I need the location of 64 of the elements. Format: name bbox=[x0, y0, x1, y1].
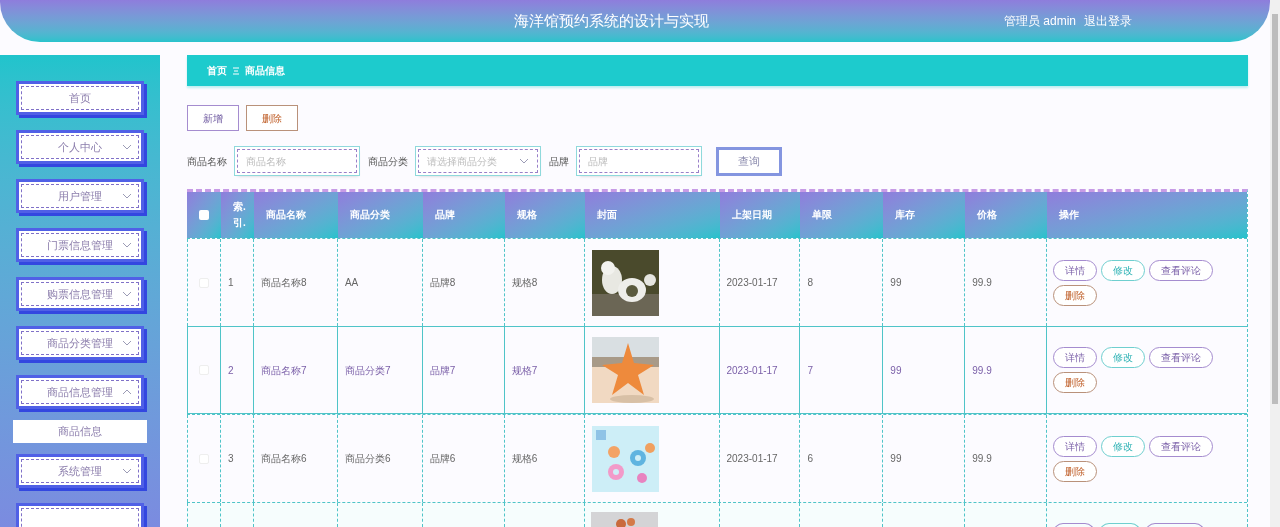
view-comments-button[interactable]: 查看评论 bbox=[1149, 347, 1214, 368]
table-cell: 商品分类7 bbox=[337, 327, 423, 413]
delete-button[interactable]: 删除 bbox=[1053, 372, 1098, 393]
header-cell: 封面 bbox=[584, 192, 720, 238]
app-title: 海洋馆预约系统的设计与实现 bbox=[514, 10, 710, 31]
header-cell: 索.引. bbox=[220, 192, 254, 238]
chevron-icon bbox=[519, 158, 529, 164]
table-cell: 商品名称7 bbox=[253, 327, 338, 413]
table-cell: 99 bbox=[883, 239, 966, 326]
table-cell: 8 bbox=[800, 239, 884, 326]
header-cell: 操作 bbox=[1047, 192, 1247, 238]
table-cell: 99.9 bbox=[965, 239, 1048, 326]
menu-item[interactable]: 商品信息管理 bbox=[16, 375, 144, 409]
table-cell: 99 bbox=[883, 327, 966, 413]
table-cell: 商品名称8 bbox=[253, 239, 338, 326]
detail-button[interactable]: 详情 bbox=[1053, 435, 1098, 457]
table-cell: 规格7 bbox=[504, 327, 585, 413]
edit-button[interactable]: 修改 bbox=[1101, 259, 1146, 281]
view-comments-button[interactable]: 查看评论 bbox=[1149, 435, 1214, 457]
submenu-item[interactable]: 商品信息 bbox=[13, 420, 147, 443]
delete-button[interactable]: 删除 bbox=[1053, 460, 1098, 482]
table-cell: 2023-01-17 bbox=[719, 327, 801, 413]
table-cell: 99.9 bbox=[965, 327, 1048, 413]
select-all-checkbox[interactable] bbox=[198, 210, 209, 220]
header-cell: 价格 bbox=[965, 192, 1048, 238]
field-label: 商品名称 bbox=[187, 154, 227, 169]
edit-button[interactable]: 修改 bbox=[1101, 347, 1146, 368]
table-cell: 2023-01-17 bbox=[719, 239, 801, 326]
header-cell: 单限 bbox=[800, 192, 884, 238]
menu-item[interactable]: 首页 bbox=[16, 81, 144, 115]
user-label: 管理员 admin bbox=[1003, 13, 1076, 30]
menu-item[interactable]: 商品分类管理 bbox=[16, 326, 144, 360]
table-cell: 规格8 bbox=[504, 239, 585, 326]
menu-item[interactable]: 用户管理 bbox=[16, 179, 144, 213]
scrollbar[interactable] bbox=[1270, 0, 1280, 527]
table-cell: 品牌8 bbox=[422, 239, 505, 326]
header-cell: 上架日期 bbox=[719, 192, 801, 238]
menu-item[interactable]: 个人中心 bbox=[16, 130, 144, 164]
edit-button[interactable]: 修改 bbox=[1101, 435, 1146, 457]
menu-item[interactable]: 购票信息管理 bbox=[16, 277, 144, 311]
detail-button[interactable]: 详情 bbox=[1053, 259, 1098, 281]
delete-button[interactable]: 删除 bbox=[246, 105, 298, 131]
table-cell: AA bbox=[337, 239, 423, 326]
header-cell: 商品分类 bbox=[337, 192, 423, 238]
field-label: 商品分类 bbox=[368, 154, 408, 169]
table-cell: 7 bbox=[800, 327, 884, 413]
header-cell: 品牌 bbox=[422, 192, 505, 238]
menu-item[interactable]: 系统管理 bbox=[16, 454, 144, 488]
separator-icon bbox=[233, 66, 239, 75]
table-cell: 2 bbox=[220, 327, 254, 413]
detail-button[interactable]: 详情 bbox=[1053, 347, 1098, 368]
menu-item[interactable] bbox=[16, 503, 144, 527]
logout-link[interactable]: 退出登录 bbox=[1084, 12, 1132, 30]
header-cell: 规格 bbox=[504, 192, 585, 238]
add-button[interactable]: 新增 bbox=[187, 105, 239, 131]
view-comments-button[interactable]: 查看评论 bbox=[1149, 259, 1214, 281]
header-cell: 库存 bbox=[883, 192, 966, 238]
delete-button[interactable]: 删除 bbox=[1053, 284, 1098, 306]
table-cell: 1 bbox=[220, 239, 254, 326]
field-label: 品牌 bbox=[549, 154, 569, 169]
table-cell: 品牌7 bbox=[422, 327, 505, 413]
search-button[interactable]: 查询 bbox=[716, 146, 782, 176]
header-cell: 商品名称 bbox=[253, 192, 338, 238]
menu-item[interactable]: 门票信息管理 bbox=[16, 228, 144, 262]
